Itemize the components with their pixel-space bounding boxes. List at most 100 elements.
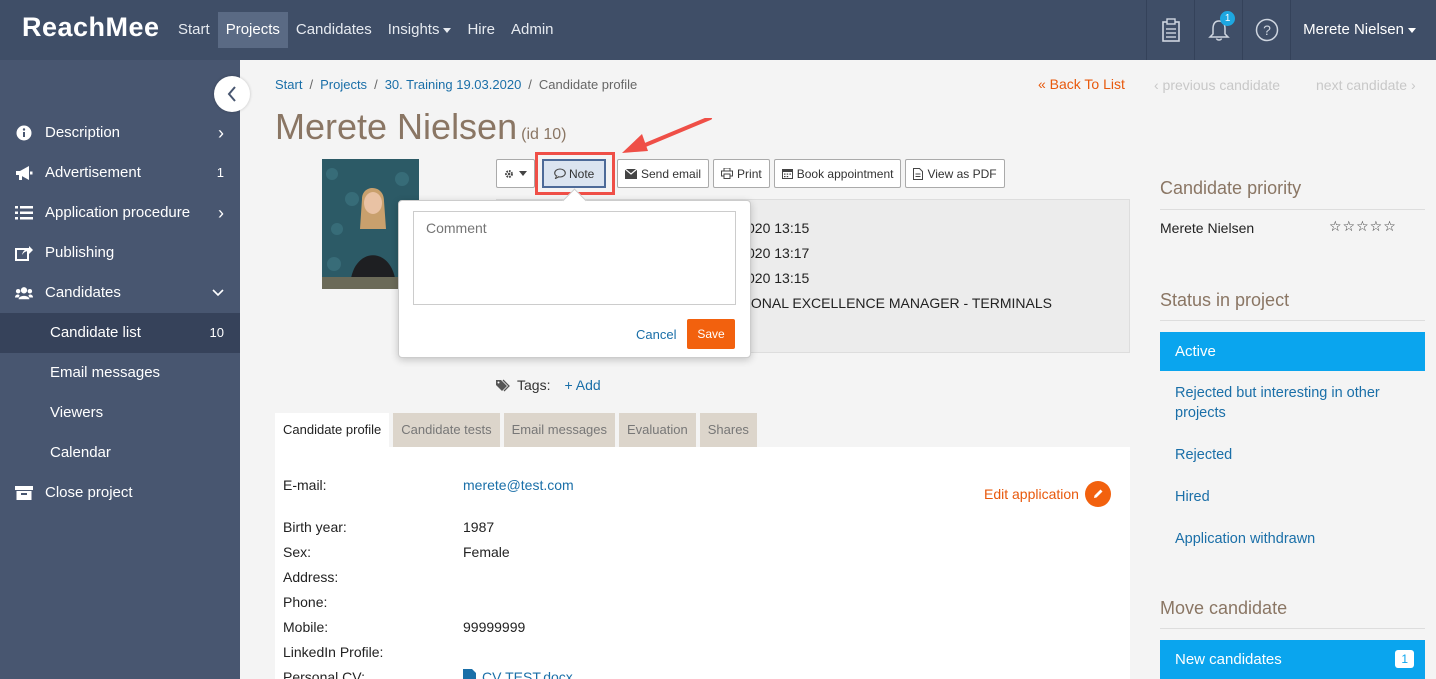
candidate-name: Merete Nielsen <box>275 106 518 147</box>
comment-input[interactable] <box>413 211 736 305</box>
nav-insights-label: Insights <box>387 21 440 38</box>
note-label: Note <box>569 166 595 181</box>
move-new-candidates-button[interactable]: New candidates 1 <box>1160 640 1425 679</box>
tab-evaluation[interactable]: Evaluation <box>619 413 696 447</box>
sidebar-item-advertisement[interactable]: Advertisement 1 <box>0 153 240 193</box>
sidebar-item-label: Email messages <box>50 364 161 381</box>
view-as-pdf-label: View as PDF <box>927 166 997 181</box>
nav-projects[interactable]: Projects <box>217 12 288 48</box>
breadcrumb-project[interactable]: 30. Training 19.03.2020 <box>385 77 522 92</box>
top-right-tools: 1 ? Merete Nielsen <box>1146 0 1436 60</box>
sidebar-item-description[interactable]: Description › <box>0 113 240 153</box>
clipboard-button[interactable] <box>1146 0 1194 60</box>
status-application-withdrawn[interactable]: Application withdrawn <box>1175 529 1405 549</box>
annotation-arrow-icon <box>622 118 712 153</box>
sidebar-item-application-procedure[interactable]: Application procedure › <box>0 193 240 233</box>
sidebar-item-label: Close project <box>45 484 133 501</box>
file-word-icon <box>463 669 476 679</box>
move-count-badge: 1 <box>1395 650 1414 668</box>
cancel-button[interactable]: Cancel <box>636 327 676 342</box>
breadcrumb-start[interactable]: Start <box>275 77 302 92</box>
send-email-label: Send email <box>641 166 702 181</box>
chevron-down-icon <box>212 273 224 313</box>
sidebar-item-count: 10 <box>209 325 224 340</box>
sidebar-item-viewers[interactable]: Viewers <box>0 393 240 433</box>
nav-admin[interactable]: Admin <box>503 12 562 48</box>
sidebar-item-label: Publishing <box>45 244 115 261</box>
info-icon <box>16 125 32 141</box>
info-line: IONAL EXCELLENCE MANAGER - TERMINALS <box>747 295 1052 311</box>
nav-candidates[interactable]: Candidates <box>288 12 380 48</box>
tab-candidate-tests[interactable]: Candidate tests <box>393 413 500 447</box>
sidebar: Description › Advertisement 1 Applicatio… <box>0 60 240 679</box>
sidebar-item-candidate-list[interactable]: Candidate list 10 <box>0 313 240 353</box>
breadcrumb-current: Candidate profile <box>538 77 638 92</box>
tab-shares[interactable]: Shares <box>699 413 757 447</box>
breadcrumb-projects[interactable]: Projects <box>320 77 367 92</box>
sex-value: Female <box>463 544 510 560</box>
sidebar-item-calendar[interactable]: Calendar <box>0 433 240 473</box>
status-rejected-interesting[interactable]: Rejected but interesting in other projec… <box>1175 383 1405 423</box>
divider <box>1160 628 1425 629</box>
envelope-icon <box>625 168 637 179</box>
edit-application-button[interactable]: Edit application <box>984 481 1111 507</box>
notifications-badge: 1 <box>1220 11 1236 26</box>
breadcrumb: Start / Projects/30. Training 19.03.2020/C… <box>275 77 638 92</box>
help-icon: ? <box>1255 18 1278 42</box>
previous-candidate-link[interactable]: ‹ previous candidate <box>1154 77 1280 93</box>
sidebar-item-publishing[interactable]: Publishing <box>0 233 240 273</box>
caret-down-icon <box>443 27 452 33</box>
next-candidate-link[interactable]: next candidate › <box>1316 77 1416 93</box>
view-as-pdf-button[interactable]: View as PDF <box>905 159 1005 188</box>
nav-hire[interactable]: Hire <box>459 12 503 48</box>
tab-candidate-profile[interactable]: Candidate profile <box>275 413 390 447</box>
sidebar-collapse-button[interactable] <box>214 76 250 112</box>
priority-stars[interactable]: ☆☆☆☆☆ <box>1329 218 1397 235</box>
calendar-icon <box>781 169 793 179</box>
nav-insights[interactable]: Insights <box>380 12 460 48</box>
sidebar-item-candidates[interactable]: Candidates <box>0 273 240 313</box>
phone-label: Phone: <box>283 594 328 610</box>
status-hired[interactable]: Hired <box>1175 487 1405 507</box>
caret-down-icon <box>1408 27 1416 33</box>
settings-dropdown-button[interactable] <box>496 159 535 188</box>
birth-year-label: Birth year: <box>283 519 347 535</box>
pencil-icon <box>1084 481 1111 507</box>
candidate-id: (id 10) <box>521 126 567 143</box>
megaphone-icon <box>16 166 33 180</box>
sidebar-item-label: Calendar <box>50 444 111 461</box>
sidebar-item-count: 1 <box>216 165 224 180</box>
add-tag-link[interactable]: + Add <box>564 377 600 393</box>
tab-email-messages[interactable]: Email messages <box>503 413 616 447</box>
note-popover: Cancel Save <box>398 200 751 358</box>
status-active-button[interactable]: Active <box>1160 332 1425 371</box>
chevron-left-icon <box>227 86 236 102</box>
gear-icon <box>505 169 513 178</box>
top-nav: Start Projects Candidates Insights Hire … <box>170 12 562 48</box>
sidebar-item-label: Description <box>45 124 121 141</box>
nav-start[interactable]: Start <box>170 12 218 48</box>
sidebar-item-close-project[interactable]: Close project <box>0 473 240 513</box>
user-menu[interactable]: Merete Nielsen <box>1290 0 1436 60</box>
personal-cv-label: Personal CV: <box>283 669 365 679</box>
cv-file-name: CV TEST.docx <box>482 669 573 679</box>
birth-year-value: 1987 <box>463 519 495 535</box>
status-heading: Status in project <box>1160 290 1290 310</box>
divider <box>1160 320 1425 321</box>
notifications-button[interactable]: 1 <box>1194 0 1242 60</box>
save-button[interactable]: Save <box>687 319 735 349</box>
note-button[interactable]: Note <box>542 159 607 188</box>
status-rejected[interactable]: Rejected <box>1175 445 1405 465</box>
send-email-button[interactable]: Send email <box>617 159 710 188</box>
help-button[interactable]: ? <box>1242 0 1290 60</box>
brand-logo[interactable]: ReachMee <box>22 12 160 43</box>
back-to-list-link[interactable]: « Back To List <box>1038 76 1125 92</box>
email-link[interactable]: merete@test.com <box>463 477 574 493</box>
sidebar-item-label: Viewers <box>50 404 104 421</box>
cv-file-link[interactable]: CV TEST.docx <box>463 669 573 679</box>
sidebar-item-email-messages[interactable]: Email messages <box>0 353 240 393</box>
info-line: 020 13:15 <box>747 220 810 236</box>
book-appointment-button[interactable]: Book appointment <box>773 159 902 188</box>
print-button[interactable]: Print <box>713 159 770 188</box>
chevron-right-icon: › <box>218 123 224 143</box>
